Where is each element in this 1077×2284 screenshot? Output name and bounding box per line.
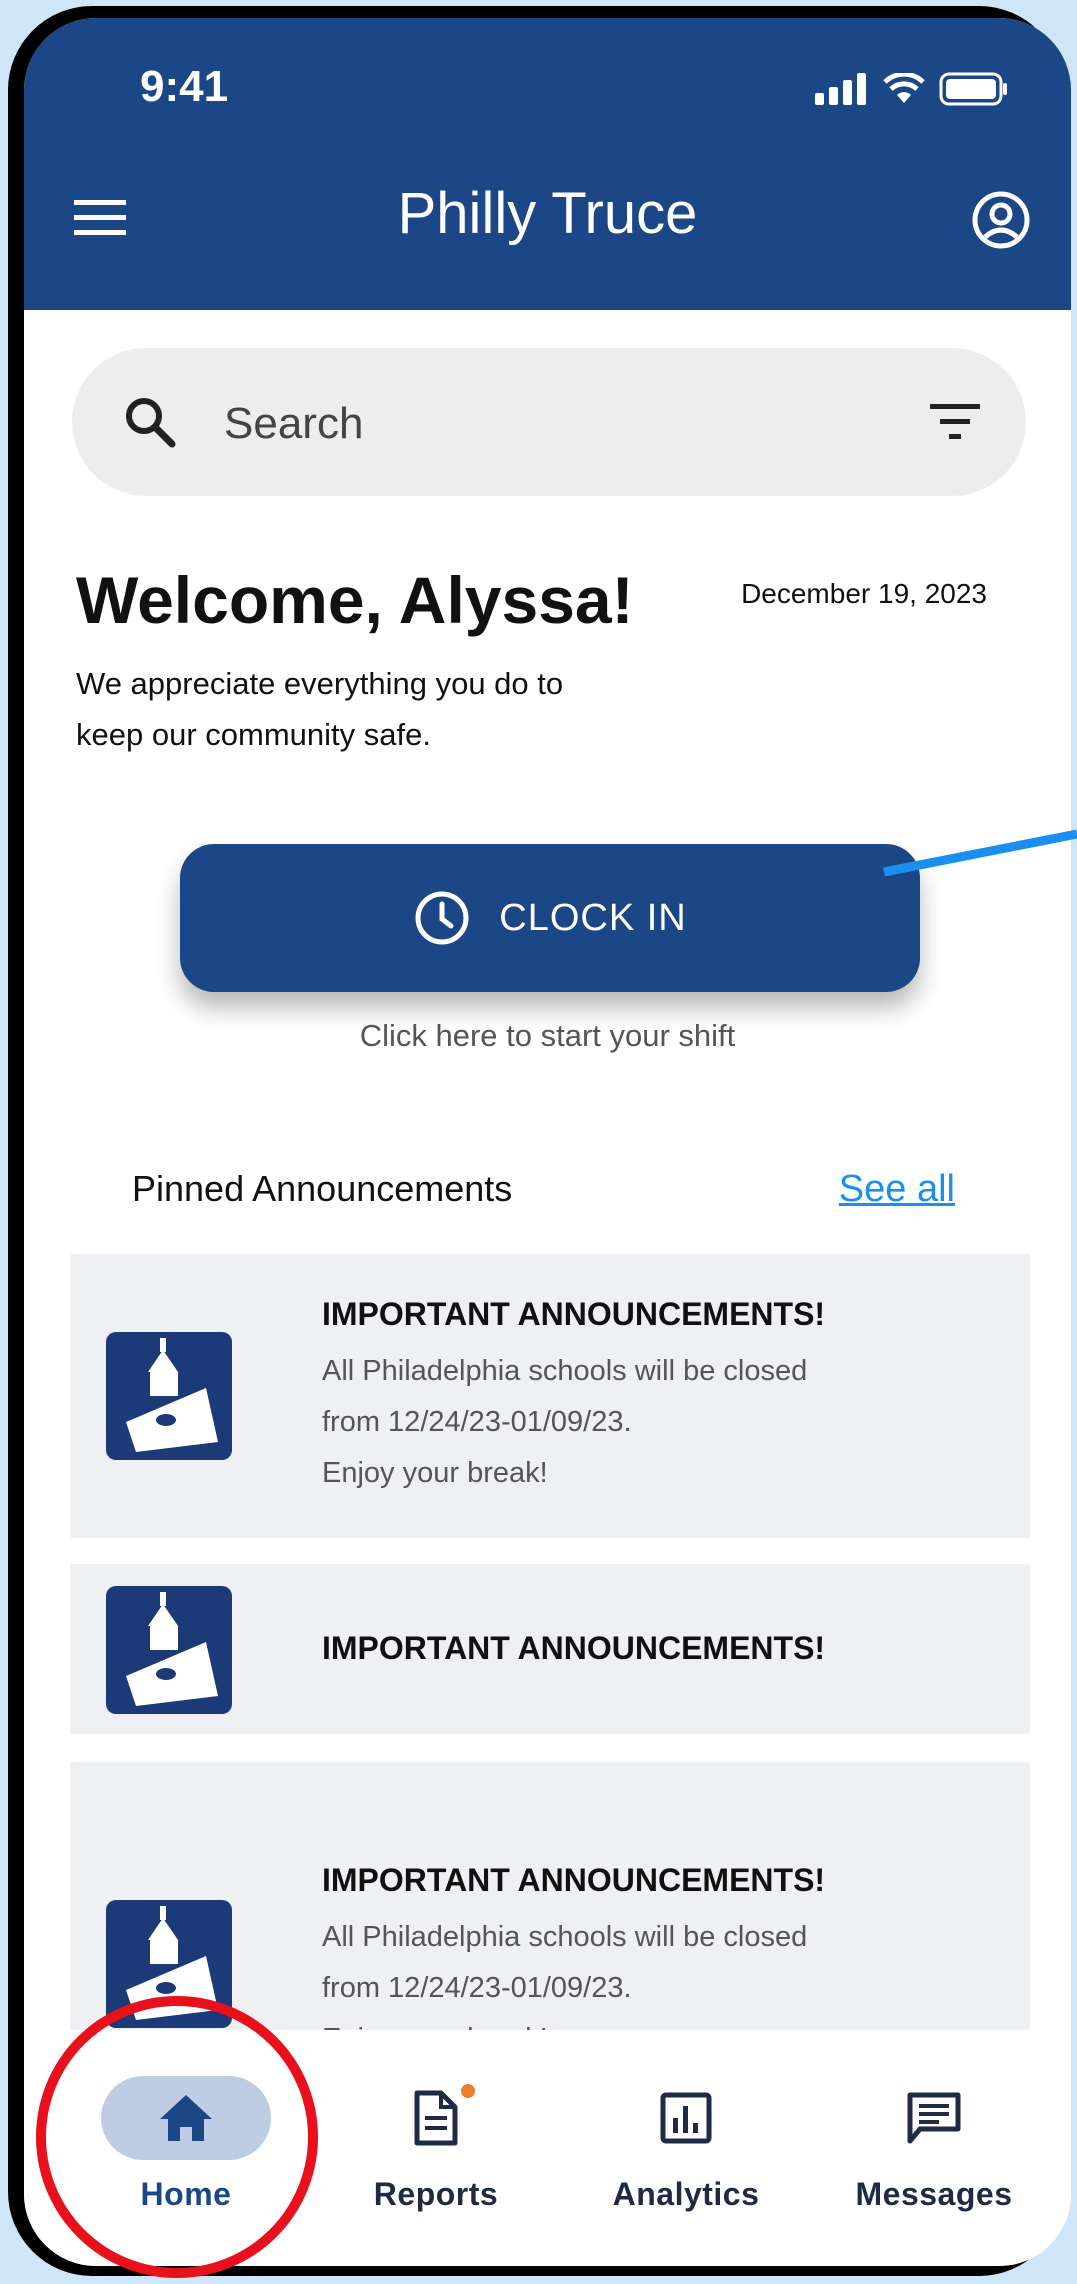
announcement-title: IMPORTANT ANNOUNCEMENTS! [322,1862,826,1898]
search-icon [126,398,176,448]
nav-analytics[interactable]: Analytics [576,2076,796,2213]
announcement-card[interactable]: IMPORTANT ANNOUNCEMENTS! All Philadelphi… [70,1254,1030,1538]
announcement-line: from 12/24/23-01/09/23. [322,1972,632,2004]
announcement-title: IMPORTANT ANNOUNCEMENTS! [322,1630,826,1666]
notification-badge [461,2084,475,2098]
nav-reports-pill [351,2076,521,2160]
nav-messages-label: Messages [855,2176,1013,2212]
filter-icon[interactable] [928,400,982,444]
status-time: 9:41 [140,62,229,111]
welcome-heading: Welcome, Alyssa! [76,563,634,637]
search-bar[interactable] [72,348,1026,496]
nav-reports[interactable]: Reports [326,2076,546,2213]
search-input[interactable] [222,388,876,460]
app-screen: 9:41 Philly Truce Search Welcome, Alyssa… [24,18,1071,2266]
nav-messages-pill [849,2076,1019,2160]
announcement-line: All Philadelphia schools will be closed [322,1355,808,1387]
current-date: December 19, 2023 [741,578,987,609]
nav-reports-label: Reports [373,2176,499,2212]
announcement-card[interactable]: IMPORTANT ANNOUNCEMENTS! [70,1564,1030,1734]
pinned-announcements-title: Pinned Announcements [132,1168,513,1209]
nav-analytics-label: Analytics [612,2176,760,2212]
wifi-icon [883,73,925,103]
battery-icon [939,72,1007,106]
clock-in-button[interactable]: CLOCK IN [180,844,920,992]
nav-analytics-pill [601,2076,771,2160]
status-icons [815,72,1009,106]
message-icon [907,2092,961,2144]
phone-frame: 9:41 Philly Truce Search Welcome, Alyssa… [8,6,1071,2276]
app-header: 9:41 Philly Truce [24,18,1071,310]
account-icon[interactable] [971,190,1031,250]
welcome-message: We appreciate everything you do to keep … [76,666,564,752]
school-logo-icon [106,1586,232,1714]
announcement-line: All Philadelphia schools will be closed [322,1921,808,1953]
clock-icon [415,891,469,945]
chart-icon [660,2092,712,2144]
see-all-link[interactable]: See all [839,1168,955,1211]
app-title: Philly Truce [397,181,698,246]
highlight-circle [36,1996,318,2278]
announcement-line: from 12/24/23-01/09/23. [322,1406,632,1438]
announcement-title: IMPORTANT ANNOUNCEMENTS! [322,1296,826,1332]
clock-in-hint: Click here to start your shift [359,1018,736,1053]
school-logo-icon [106,1332,232,1460]
clock-in-label: CLOCK IN [499,896,687,939]
signal-icon [815,73,866,105]
document-icon [414,2090,458,2146]
announcement-line: Enjoy your break! [322,1457,548,1489]
nav-messages[interactable]: Messages [824,2076,1044,2213]
announcement-body: All Philadelphia schools will be closed … [322,1346,882,1499]
